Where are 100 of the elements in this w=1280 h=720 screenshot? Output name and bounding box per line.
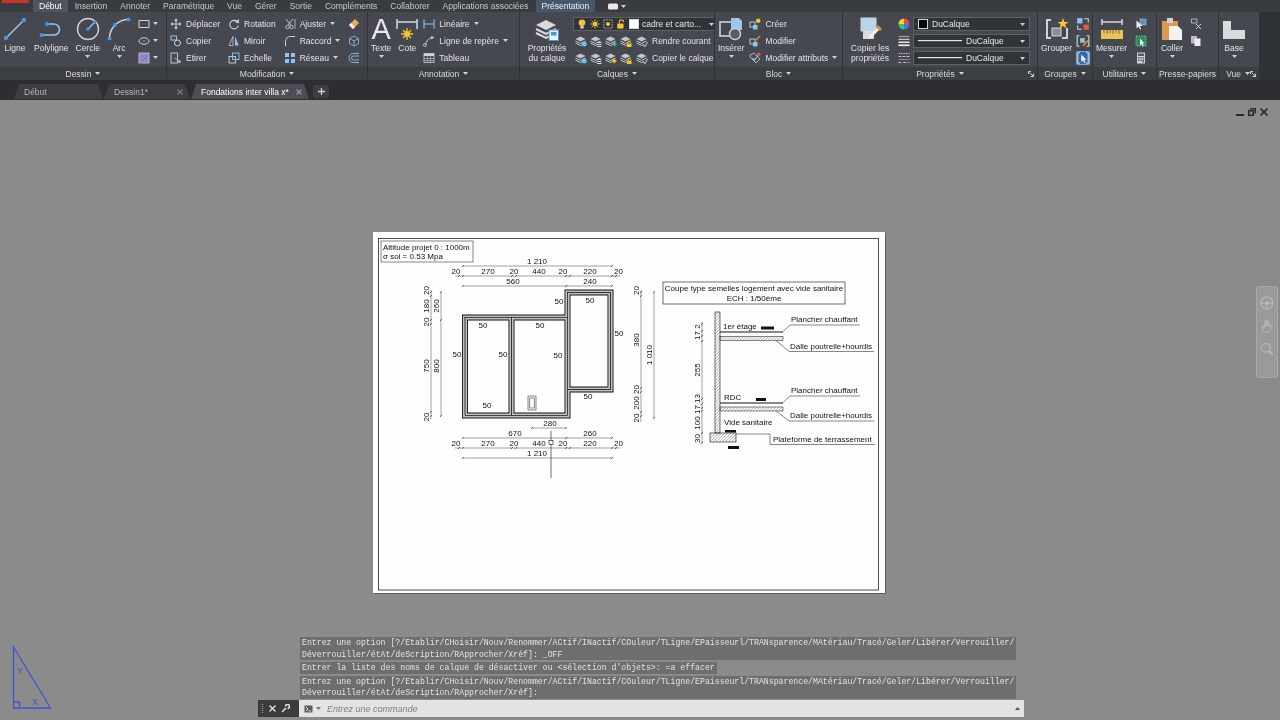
monitor-brush-icon <box>858 17 882 41</box>
panel-title[interactable]: Bloc <box>765 67 792 80</box>
layer-action-button[interactable]: Rendre courant <box>635 32 712 49</box>
command-field[interactable]: Entrez une commande <box>299 700 1024 717</box>
terminal-icon[interactable] <box>304 704 313 713</box>
ribbon-tab[interactable]: Collaborer <box>384 0 436 12</box>
clipboard-button[interactable]: Coller <box>1159 14 1185 58</box>
layers-button[interactable]: Propriétés du calque <box>522 14 572 65</box>
copy-button[interactable]: Copier <box>169 32 222 49</box>
ribbon-tab[interactable]: Paramétrique <box>157 0 221 12</box>
eraser-icon[interactable] <box>348 17 361 30</box>
match-properties-button[interactable]: Copier les propriétés <box>845 14 895 65</box>
layer-snowflake-icon[interactable] <box>605 34 617 47</box>
edit-block-button[interactable]: Modifier <box>748 32 839 49</box>
close-icon[interactable] <box>1260 108 1268 116</box>
ruler-button[interactable]: Mesurer <box>1095 14 1129 58</box>
ribbon-tab[interactable]: Insertion <box>68 0 114 12</box>
toggle-dropdown-icon[interactable] <box>608 2 627 10</box>
pages-icon[interactable] <box>1190 34 1202 47</box>
ribbon-tab[interactable]: Présentation <box>535 0 596 12</box>
brackets-pencil-icon[interactable] <box>1076 33 1091 48</box>
table-button[interactable]: Tableau <box>422 49 509 66</box>
dialog-launcher-icon[interactable] <box>1250 70 1256 77</box>
lineweight-dropdown[interactable]: DuCalque <box>913 34 1030 48</box>
panel-title[interactable]: Presse-papiers <box>1158 67 1217 80</box>
move-button[interactable]: Déplacer <box>169 15 222 32</box>
trim-button[interactable]: Ajuster <box>282 15 342 32</box>
ribbon-tab[interactable]: Sortie <box>283 0 318 12</box>
brackets-cursor-icon[interactable] <box>1076 50 1091 65</box>
rectangle-icon[interactable] <box>138 17 151 30</box>
caret-up-icon[interactable] <box>1015 707 1020 710</box>
grip-icon[interactable] <box>261 703 264 714</box>
create-block-button[interactable]: Créer <box>748 15 839 32</box>
file-tab[interactable]: Fondations inter villa x* <box>191 84 309 99</box>
layer-lock-icon[interactable] <box>620 51 632 64</box>
dialog-launcher-icon[interactable] <box>1028 70 1034 77</box>
layer-lock-icon[interactable] <box>620 34 632 47</box>
panel-title[interactable]: Vue <box>1226 67 1250 80</box>
split-squares-icon[interactable] <box>1076 16 1091 31</box>
layer-bulb-icon[interactable] <box>575 34 587 47</box>
base-view-button[interactable]: Base <box>1221 14 1247 58</box>
stretch-button[interactable]: Etirer <box>169 49 222 66</box>
calculator-icon[interactable] <box>1135 51 1148 64</box>
ribbon-tab[interactable]: Compléments <box>318 0 384 12</box>
cursor-square-icon[interactable] <box>1135 17 1148 30</box>
new-tab-button[interactable] <box>313 85 329 98</box>
layer-dropdown[interactable]: cadre et carto... <box>573 17 714 31</box>
dimension-text: 20 <box>451 267 461 277</box>
mirror-button[interactable]: Miroir <box>227 32 277 49</box>
text-button[interactable]: A Texte <box>370 14 393 58</box>
rotate-button[interactable]: Rotation <box>227 15 277 32</box>
file-tab[interactable]: Dessin1* <box>104 84 190 99</box>
restore-icon[interactable] <box>1248 108 1256 116</box>
parallel-curves-icon[interactable] <box>348 51 361 64</box>
line-button[interactable]: Ligne <box>2 14 28 55</box>
hatch-icon[interactable] <box>138 51 151 64</box>
layer-action-button[interactable]: Copier le calque <box>635 49 714 66</box>
layer-lines-icon[interactable] <box>590 51 602 64</box>
scale-button[interactable]: Echelle <box>227 49 277 66</box>
panel-title[interactable]: Annotation <box>418 67 469 80</box>
layer-sun-icon[interactable] <box>605 51 617 64</box>
command-input[interactable]: Entrez une commande <box>324 701 1012 716</box>
fillet-button[interactable]: Raccord <box>282 32 342 49</box>
panel-title[interactable]: Propriétés <box>916 67 964 80</box>
move-icon <box>170 17 182 30</box>
note-text: Altitude projet 0 : 1000m <box>383 242 470 252</box>
panel-title[interactable]: Calques <box>596 67 638 80</box>
linear-dimension-button[interactable]: Linéaire <box>422 15 509 32</box>
dimension-text: 20 <box>509 439 519 449</box>
ribbon-tab[interactable]: Début <box>33 0 68 12</box>
ribbon-tab[interactable]: Vue <box>221 0 248 12</box>
panel-title[interactable]: Groupes <box>1044 67 1086 80</box>
dashed-box-cursor-icon[interactable] <box>1135 34 1148 47</box>
insert-button[interactable]: Insérer <box>717 14 746 58</box>
cube-icon[interactable] <box>348 34 361 47</box>
ribbon-tab[interactable]: Applications associées <box>436 0 535 12</box>
ellipse-icon[interactable] <box>138 34 151 47</box>
array-button[interactable]: Réseau <box>282 49 342 66</box>
dimension-text: 270 <box>481 267 495 277</box>
panel-title[interactable]: Dessin <box>65 67 101 80</box>
color-dropdown[interactable]: DuCalque <box>913 17 1030 31</box>
dimension-button[interactable]: Cote <box>394 14 421 55</box>
arc-button[interactable]: Arc <box>106 14 133 58</box>
ribbon-tab[interactable]: Annoter <box>114 0 157 12</box>
panel-title[interactable]: Modification <box>239 67 295 80</box>
panel-title[interactable]: Utilitaires <box>1102 67 1147 80</box>
leader-button[interactable]: Ligne de repère <box>422 32 509 49</box>
wrench-icon[interactable] <box>281 704 290 713</box>
polyline-button[interactable]: Polyligne <box>33 14 70 55</box>
file-tab[interactable]: Début <box>14 84 103 99</box>
ribbon-tab[interactable]: Gérer <box>248 0 283 12</box>
layer-bulb-icon[interactable] <box>575 51 587 64</box>
wall-mark-text: 50 <box>482 400 492 410</box>
edit-attributes-button[interactable]: Modifier attributs <box>748 49 839 66</box>
linetype-dropdown[interactable]: DuCalque <box>913 51 1030 65</box>
layer-lines-icon[interactable] <box>590 34 602 47</box>
floor-line <box>719 402 784 404</box>
rectangle-x-icon[interactable] <box>1190 17 1202 30</box>
circle-button[interactable]: Cercle <box>74 14 102 58</box>
group-button[interactable]: Grouper <box>1040 14 1074 55</box>
